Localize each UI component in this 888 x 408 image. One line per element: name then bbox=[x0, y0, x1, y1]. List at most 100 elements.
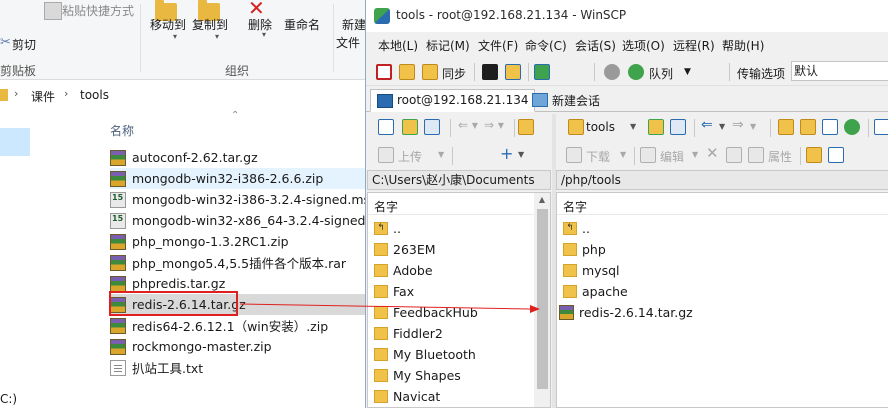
parent-dir-icon[interactable] bbox=[518, 119, 534, 135]
paste-shortcut-button[interactable]: 粘贴快捷方式 bbox=[62, 2, 134, 19]
tab-session[interactable]: root@192.168.21.134 bbox=[370, 89, 536, 112]
list-item[interactable]: My Bluetooth bbox=[374, 344, 476, 365]
local-path-bar[interactable]: C:\Users\赵小康\Documents bbox=[367, 170, 551, 190]
breadcrumb-item[interactable]: 课件 bbox=[31, 88, 55, 105]
open-folder-icon[interactable] bbox=[402, 119, 418, 135]
list-item[interactable]: Fax bbox=[374, 281, 414, 302]
menu-remote[interactable]: 远程(R) bbox=[673, 37, 715, 54]
list-item[interactable]: ↰.. bbox=[563, 218, 590, 239]
copy-to-dropdown-icon[interactable]: ▾ bbox=[215, 32, 219, 41]
list-item[interactable]: mysql bbox=[563, 260, 620, 281]
edit-icon[interactable] bbox=[640, 147, 656, 163]
list-item[interactable]: FeedbackHub bbox=[374, 302, 478, 323]
list-item[interactable]: redis-2.6.14.tar.gz bbox=[559, 302, 693, 323]
file-row[interactable]: autoconf-2.62.tar.gz bbox=[110, 147, 366, 168]
create-file-icon[interactable] bbox=[828, 147, 844, 163]
queue-icon[interactable] bbox=[628, 64, 644, 80]
cut-button[interactable]: 剪切 bbox=[12, 36, 36, 53]
remote-dir-select[interactable]: tools bbox=[586, 120, 615, 134]
gear-icon[interactable] bbox=[604, 64, 620, 80]
menu-commands[interactable]: 命令(C) bbox=[525, 37, 567, 54]
rename-button[interactable]: 重命名 bbox=[284, 16, 320, 33]
file-row[interactable]: mongodb-win32-i386-3.2.4-signed.msi bbox=[110, 189, 374, 210]
address-bar[interactable]: › 课件 › tools bbox=[0, 85, 370, 107]
forward-arrow-icon[interactable]: ⇒ bbox=[732, 117, 744, 133]
open-folder-icon[interactable] bbox=[648, 119, 664, 135]
new-file-button[interactable]: 文件 bbox=[336, 34, 360, 51]
list-item[interactable]: apache bbox=[563, 281, 628, 302]
chevron-down-icon[interactable]: ▼ bbox=[438, 150, 444, 159]
local-path-icon[interactable] bbox=[378, 119, 394, 135]
scroll-up-icon[interactable]: ▲ bbox=[534, 195, 550, 204]
list-item[interactable]: 263EM bbox=[374, 239, 436, 260]
chevron-down-icon[interactable]: ▼ bbox=[620, 150, 626, 159]
menu-file[interactable]: 文件(F) bbox=[478, 37, 518, 54]
sync-browsing-icon[interactable] bbox=[399, 64, 415, 80]
menu-help[interactable]: 帮助(H) bbox=[722, 37, 764, 54]
menu-session[interactable]: 会话(S) bbox=[575, 37, 616, 54]
file-row[interactable]: php_mongo5.4,5.5插件各个版本.rar bbox=[110, 252, 366, 273]
file-row[interactable]: mongodb-win32-x86_64-3.2.4-signed... bbox=[110, 210, 377, 231]
chevron-down-icon[interactable]: ▼ bbox=[518, 150, 524, 159]
scrollbar-thumb[interactable] bbox=[537, 209, 548, 389]
terminal-icon[interactable] bbox=[482, 64, 498, 80]
delete-dropdown-icon[interactable]: ▾ bbox=[262, 30, 266, 39]
tab-new-session[interactable]: 新建会话 bbox=[526, 89, 606, 112]
edit-button[interactable]: 编辑 bbox=[660, 148, 684, 165]
new-folder-icon[interactable] bbox=[806, 147, 822, 163]
preferences-icon[interactable] bbox=[534, 64, 550, 80]
list-item[interactable]: Fiddler2 bbox=[374, 323, 443, 344]
copy-to-button[interactable]: 复制到 bbox=[192, 16, 228, 33]
upload-button[interactable]: 上传 bbox=[398, 148, 422, 165]
move-to-dropdown-icon[interactable]: ▾ bbox=[173, 32, 177, 41]
chevron-down-icon[interactable]: ▼ bbox=[630, 122, 636, 131]
file-row[interactable]: mongodb-win32-i386-2.6.6.zip bbox=[110, 168, 366, 189]
filter-icon[interactable] bbox=[424, 119, 440, 135]
upload-icon[interactable] bbox=[378, 147, 394, 163]
file-row[interactable]: rockmongo-master.zip bbox=[110, 336, 366, 357]
plus-icon[interactable]: + bbox=[500, 144, 513, 163]
local-column-header-name[interactable]: 名字 bbox=[368, 193, 550, 215]
queue-label[interactable]: 队列 bbox=[649, 65, 673, 82]
remote-file-list[interactable]: 名字 ↰.. php mysql apache redis-2.6.14.tar… bbox=[556, 192, 888, 408]
remote-column-header-name[interactable]: 名字 bbox=[557, 193, 888, 215]
transfer-options-select[interactable]: 默认 bbox=[791, 61, 888, 81]
chevron-down-icon[interactable]: ▼ bbox=[684, 67, 691, 77]
find-files-icon[interactable] bbox=[874, 119, 888, 135]
download-icon[interactable] bbox=[566, 147, 582, 163]
menu-local[interactable]: 本地(L) bbox=[378, 37, 418, 54]
list-item[interactable]: ↰.. bbox=[374, 218, 401, 239]
home-icon[interactable] bbox=[822, 119, 838, 135]
list-item[interactable]: php bbox=[563, 239, 606, 260]
file-row[interactable]: redis64-2.6.12.1（win安装）.zip bbox=[110, 315, 366, 336]
delete-icon[interactable]: ✕ bbox=[706, 144, 719, 162]
putty-icon[interactable] bbox=[505, 64, 521, 80]
refresh-icon[interactable] bbox=[844, 119, 860, 135]
compare-directories-icon[interactable] bbox=[376, 64, 392, 80]
synchronize-icon[interactable] bbox=[422, 64, 438, 80]
filter-icon[interactable] bbox=[670, 119, 686, 135]
breadcrumb-item[interactable]: tools bbox=[80, 88, 109, 102]
list-item[interactable]: My Shapes bbox=[374, 365, 461, 386]
new-button[interactable]: 新建 bbox=[342, 16, 366, 33]
chevron-down-icon[interactable]: ▼ bbox=[750, 122, 756, 131]
rename-icon[interactable] bbox=[726, 147, 742, 163]
parent-dir-icon[interactable] bbox=[778, 119, 794, 135]
properties-button[interactable]: 属性 bbox=[768, 148, 792, 165]
synchronize-label[interactable]: 同步 bbox=[442, 65, 466, 82]
local-scrollbar[interactable]: ▲ bbox=[534, 193, 550, 407]
nav-pane-selected-item[interactable] bbox=[0, 128, 30, 156]
chevron-down-icon[interactable]: ▼ bbox=[719, 122, 725, 131]
menu-options[interactable]: 选项(O) bbox=[622, 37, 665, 54]
remote-path-bar[interactable]: /php/tools bbox=[556, 170, 888, 190]
root-dir-icon[interactable] bbox=[800, 119, 816, 135]
column-header-name[interactable]: 名称 bbox=[110, 122, 134, 139]
list-item[interactable]: Navicat bbox=[374, 386, 440, 407]
file-row[interactable]: 扒站工具.txt bbox=[110, 357, 366, 378]
forward-arrow-icon[interactable]: ⇒ ▾ bbox=[484, 118, 504, 132]
delete-button[interactable]: 删除 bbox=[248, 16, 272, 33]
move-to-button[interactable]: 移动到 bbox=[150, 16, 186, 33]
back-arrow-icon[interactable]: ⇐ ▾ bbox=[458, 118, 478, 132]
menu-mark[interactable]: 标记(M) bbox=[426, 37, 470, 54]
list-item[interactable]: Adobe bbox=[374, 260, 433, 281]
